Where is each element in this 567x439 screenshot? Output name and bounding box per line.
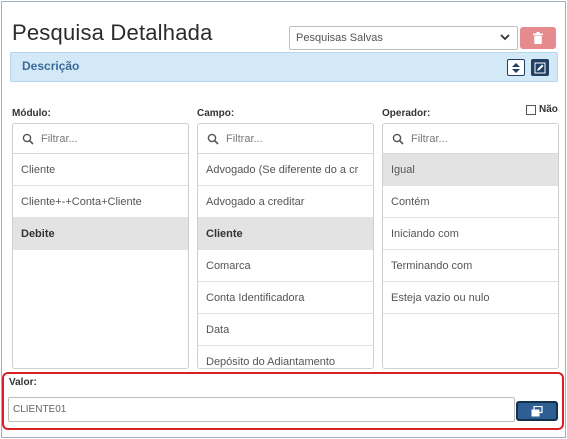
operador-item-label: Iniciando com <box>391 227 459 240</box>
modulo-filter-input[interactable] <box>41 132 161 145</box>
search-icon <box>207 133 219 145</box>
operador-item[interactable]: Terminando com <box>383 250 558 282</box>
modulo-label: Módulo: <box>12 108 51 119</box>
edit-icon <box>534 62 546 73</box>
sort-toggle-button[interactable] <box>507 59 525 76</box>
campo-item[interactable]: Advogado (Se diferente do a cr <box>198 154 373 186</box>
campo-item-label: Depósito do Adiantamento <box>206 355 336 368</box>
modulo-item-label: Cliente+-+Conta+Cliente <box>21 195 142 208</box>
edit-description-button[interactable] <box>531 59 549 76</box>
operador-item[interactable]: Esteja vazio ou nulo <box>383 282 558 314</box>
operador-item-selected[interactable]: Igual <box>383 154 558 186</box>
campo-item[interactable]: Advogado a creditar <box>198 186 373 218</box>
modulo-item-label: Debite <box>21 227 55 240</box>
operador-list-panel: Igual Contém Iniciando com Terminando co… <box>382 123 559 369</box>
search-icon <box>392 133 404 145</box>
checkbox-box[interactable] <box>526 104 536 115</box>
operador-filter <box>383 124 558 154</box>
operador-item-label: Terminando com <box>391 259 473 272</box>
campo-item-label: Conta Identificadora <box>206 291 305 304</box>
operador-label: Operador: <box>382 108 431 119</box>
campo-item-label: Data <box>206 323 230 336</box>
operador-item-label: Igual <box>391 163 415 176</box>
operador-filter-input[interactable] <box>411 132 531 145</box>
campo-item-label: Cliente <box>206 227 243 240</box>
window-restore-icon <box>531 405 543 416</box>
valor-input[interactable] <box>8 397 515 422</box>
operador-item[interactable]: Contém <box>383 186 558 218</box>
campo-item[interactable]: Conta Identificadora <box>198 282 373 314</box>
campo-filter-input[interactable] <box>226 132 346 145</box>
campo-item-label: Comarca <box>206 259 251 272</box>
campo-item-label: Advogado a creditar <box>206 195 305 208</box>
modulo-item-selected[interactable]: Debite <box>13 218 188 250</box>
chevron-down-icon <box>500 34 510 41</box>
search-icon <box>22 133 34 145</box>
operador-item[interactable]: Iniciando com <box>383 218 558 250</box>
saved-searches-value: Pesquisas Salvas <box>296 32 383 44</box>
not-checkbox-label: Não <box>539 104 558 115</box>
campo-filter <box>198 124 373 154</box>
delete-saved-search-button[interactable] <box>520 27 556 49</box>
operador-item-label: Contém <box>391 195 430 208</box>
campo-item-selected[interactable]: Cliente <box>198 218 373 250</box>
campo-list-panel: Advogado (Se diferente do a cr Advogado … <box>197 123 374 369</box>
modulo-list-panel: Cliente Cliente+-+Conta+Cliente Debite <box>12 123 189 369</box>
valor-label: Valor: <box>9 377 37 388</box>
sort-icon <box>512 62 520 73</box>
saved-searches-select[interactable]: Pesquisas Salvas <box>289 26 518 50</box>
page-title: Pesquisa Detalhada <box>12 20 213 45</box>
campo-item[interactable]: Depósito do Adiantamento <box>198 346 373 368</box>
not-checkbox[interactable]: Não <box>526 104 558 115</box>
campo-item-label: Advogado (Se diferente do a cr <box>206 163 359 176</box>
modulo-filter <box>13 124 188 154</box>
campo-item[interactable]: Data <box>198 314 373 346</box>
modulo-item[interactable]: Cliente+-+Conta+Cliente <box>13 186 188 218</box>
trash-icon <box>533 32 543 44</box>
valor-expand-button[interactable] <box>516 401 558 421</box>
modulo-item[interactable]: Cliente <box>13 154 188 186</box>
campo-label: Campo: <box>197 108 235 119</box>
campo-item[interactable]: Comarca <box>198 250 373 282</box>
modulo-item-label: Cliente <box>21 163 56 176</box>
operador-item-label: Esteja vazio ou nulo <box>391 291 490 304</box>
description-label: Descrição <box>22 59 80 73</box>
description-bar[interactable]: Descrição <box>10 52 558 82</box>
